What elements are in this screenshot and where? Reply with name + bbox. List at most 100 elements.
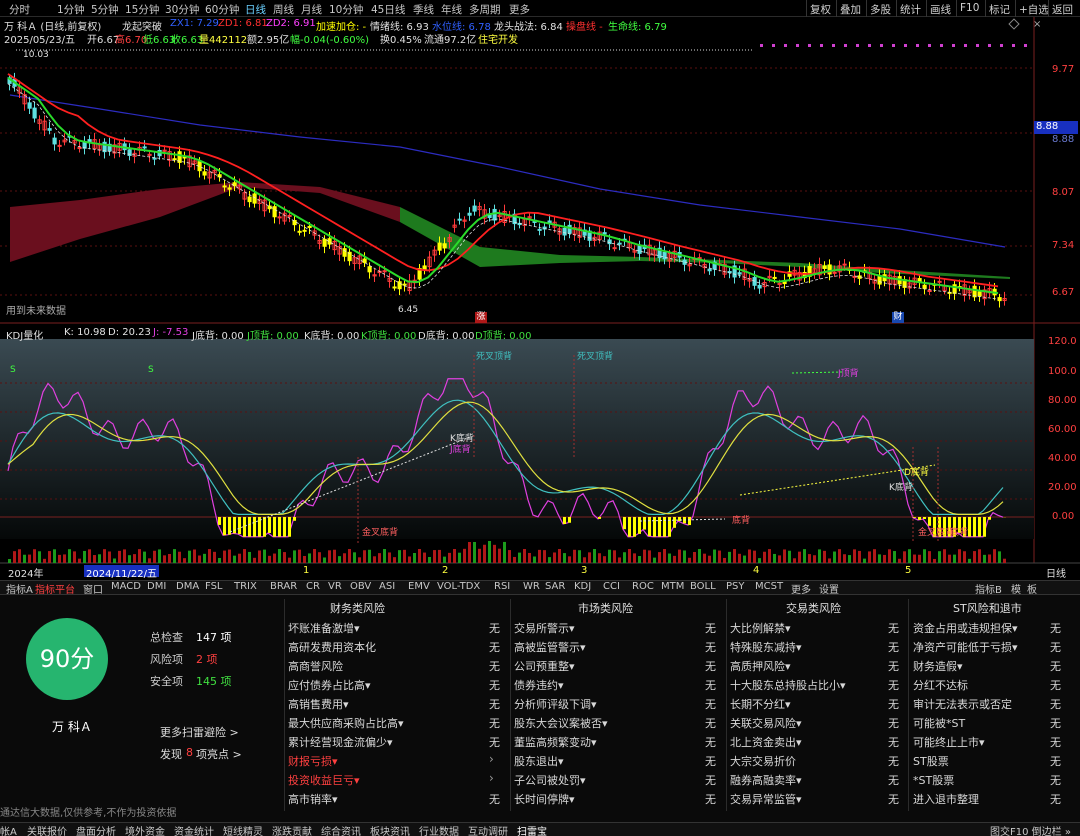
bottom-tab-0[interactable]: 帐A (0, 823, 17, 836)
risk-item-label[interactable]: 交易所警示▾ (514, 620, 575, 636)
risk-item-label[interactable]: 财务造假▾ (913, 658, 963, 674)
risk-item-label[interactable]: 高被监管警示▾ (514, 639, 586, 655)
tab-weekly[interactable]: 周线 (273, 2, 294, 17)
tab-30min[interactable]: 30分钟 (165, 2, 199, 17)
multi-stock-button[interactable]: 多股 (866, 0, 894, 17)
bottom-tab-5[interactable]: 短线精灵 (223, 823, 263, 836)
risk-item-label[interactable]: 债券违约▾ (514, 677, 564, 693)
indicator-tab-16[interactable]: WR (523, 581, 540, 592)
risk-item-label[interactable]: 北上资金卖出▾ (730, 734, 802, 750)
risk-item-label[interactable]: 大比例解禁▾ (730, 620, 791, 636)
tab-more[interactable]: 更多 (509, 2, 530, 17)
indicator-tab-9[interactable]: CR (306, 581, 320, 592)
risk-item-label[interactable]: 股东大会议案被否▾ (514, 715, 608, 731)
indicator-tab-3[interactable]: MACD (111, 581, 141, 592)
risk-item-label[interactable]: 净资产可能低于亏损▾ (913, 639, 1018, 655)
indicator-tab-23[interactable]: PSY (726, 581, 745, 592)
bottom-tab-2[interactable]: 盘面分析 (76, 823, 116, 836)
cai-badge[interactable]: 财 (892, 312, 904, 323)
risk-item-label[interactable]: 可能被*ST (913, 715, 965, 731)
more-scan-link[interactable]: 更多扫雷避险 > (160, 724, 239, 740)
risk-item-label[interactable]: 十大股东总持股占比小▾ (730, 677, 846, 693)
chart-area[interactable] (0, 17, 1080, 582)
close-icon[interactable]: × (1033, 19, 1041, 30)
bottom-tab-10[interactable]: 互动调研 (468, 823, 508, 836)
risk-item-label[interactable]: 高商誉风险 (288, 658, 343, 674)
risk-item-label[interactable]: 可能终止上市▾ (913, 734, 985, 750)
tab-15min[interactable]: 15分钟 (125, 2, 159, 17)
f10-button[interactable]: F10 (956, 0, 982, 17)
risk-item-label[interactable]: 高质押风险▾ (730, 658, 791, 674)
indicator-tab-5[interactable]: DMA (176, 581, 199, 592)
indicator-tab-18[interactable]: KDJ (574, 581, 591, 592)
indicator-tab-22[interactable]: BOLL (690, 581, 716, 592)
found-count[interactable]: 8 (186, 746, 193, 759)
indicator-tab-7[interactable]: TRIX (234, 581, 257, 592)
chevron-right-icon[interactable]: › (489, 752, 494, 766)
bottom-tab-7[interactable]: 综合资讯 (321, 823, 361, 836)
bottom-tab-4[interactable]: 资金统计 (174, 823, 214, 836)
mark-button[interactable]: 标记 (985, 0, 1013, 17)
tab-quarterly[interactable]: 季线 (413, 2, 434, 17)
tab-yearly[interactable]: 年线 (441, 2, 462, 17)
risk-item-label[interactable]: 交易异常监管▾ (730, 791, 802, 807)
risk-item-label[interactable]: 资金占用或违规担保▾ (913, 620, 1018, 636)
bottom-tab-6[interactable]: 涨跌贡献 (272, 823, 312, 836)
indicator-tab-15[interactable]: RSI (494, 581, 510, 592)
risk-item-label[interactable]: 坏账准备激增▾ (288, 620, 360, 636)
risk-item-label[interactable]: 应付债券占比高▾ (288, 677, 371, 693)
zhang-badge[interactable]: 涨 (475, 312, 487, 323)
risk-item-label[interactable]: 长时间停牌▾ (514, 791, 575, 807)
risk-item-label[interactable]: 特殊股东减持▾ (730, 639, 802, 655)
risk-item-label[interactable]: 公司预重整▾ (514, 658, 575, 674)
stats-button[interactable]: 统计 (896, 0, 924, 17)
risk-item-label[interactable]: 高研发费用资本化 (288, 639, 376, 655)
risk-item-label[interactable]: 审计无法表示或否定 (913, 696, 1012, 712)
bottom-tab-3[interactable]: 境外资金 (125, 823, 165, 836)
indicator-tab-17[interactable]: SAR (545, 581, 565, 592)
indicator-tab-4[interactable]: DMI (147, 581, 166, 592)
risk-item-label[interactable]: 融券高融卖率▾ (730, 772, 802, 788)
indicator-tab-14[interactable]: VOL-TDX (437, 581, 480, 592)
bottom-tab-11[interactable]: 扫雷宝 (517, 823, 547, 836)
indicator-tab-8[interactable]: BRAR (270, 581, 297, 592)
risk-item-label[interactable]: *ST股票 (913, 772, 954, 788)
found-suffix[interactable]: 项亮点 > (196, 746, 242, 762)
risk-item-label[interactable]: 董监高频繁变动▾ (514, 734, 597, 750)
indicator-tab-6[interactable]: FSL (205, 581, 223, 592)
risk-item-label[interactable]: 高销售费用▾ (288, 696, 349, 712)
bottom-right-controls[interactable]: 图交F10 倒边栏 » (990, 823, 1071, 836)
risk-item-label[interactable]: 分红不达标 (913, 677, 968, 693)
risk-item-label[interactable]: 股东退出▾ (514, 753, 564, 769)
tab-1min[interactable]: 1分钟 (57, 2, 85, 17)
tab-daily[interactable]: 日线 (245, 2, 266, 17)
chevron-right-icon[interactable]: › (489, 771, 494, 785)
back-button[interactable]: 返回 (1048, 0, 1076, 17)
tab-5min[interactable]: 5分钟 (91, 2, 119, 17)
risk-item-label[interactable]: ST股票 (913, 753, 949, 769)
risk-item-label[interactable]: 投资收益巨亏▾ (288, 772, 360, 788)
risk-item-label[interactable]: 长期不分红▾ (730, 696, 791, 712)
bottom-tab-8[interactable]: 板块资讯 (370, 823, 410, 836)
risk-item-label[interactable]: 进入退市整理 (913, 791, 979, 807)
bottom-tab-1[interactable]: 关联报价 (27, 823, 67, 836)
bottom-tab-9[interactable]: 行业数据 (419, 823, 459, 836)
tab-fenshi[interactable]: 分时 (9, 2, 30, 17)
tab-60min[interactable]: 60分钟 (205, 2, 239, 17)
add-watchlist-button[interactable]: +自选 (1015, 0, 1052, 17)
overlay-button[interactable]: 叠加 (836, 0, 864, 17)
risk-item-label[interactable]: 大宗交易折价 (730, 753, 796, 769)
tab-multi-period[interactable]: 多周期 (469, 2, 501, 17)
indicator-tab-21[interactable]: MTM (661, 581, 684, 592)
indicator-tab-24[interactable]: MCST (755, 581, 783, 592)
tab-10min[interactable]: 10分钟 (329, 2, 363, 17)
risk-item-label[interactable]: 最大供应商采购占比高▾ (288, 715, 404, 731)
indicator-tab-19[interactable]: CCI (603, 581, 620, 592)
risk-item-label[interactable]: 累计经营现金流偏少▾ (288, 734, 393, 750)
indicator-tab-11[interactable]: OBV (350, 581, 371, 592)
risk-item-label[interactable]: 财报亏损▾ (288, 753, 338, 769)
risk-item-label[interactable]: 子公司被处罚▾ (514, 772, 586, 788)
indicator-tab-13[interactable]: EMV (408, 581, 430, 592)
indicator-tab-12[interactable]: ASI (379, 581, 395, 592)
fuquan-button[interactable]: 复权 (806, 0, 834, 17)
